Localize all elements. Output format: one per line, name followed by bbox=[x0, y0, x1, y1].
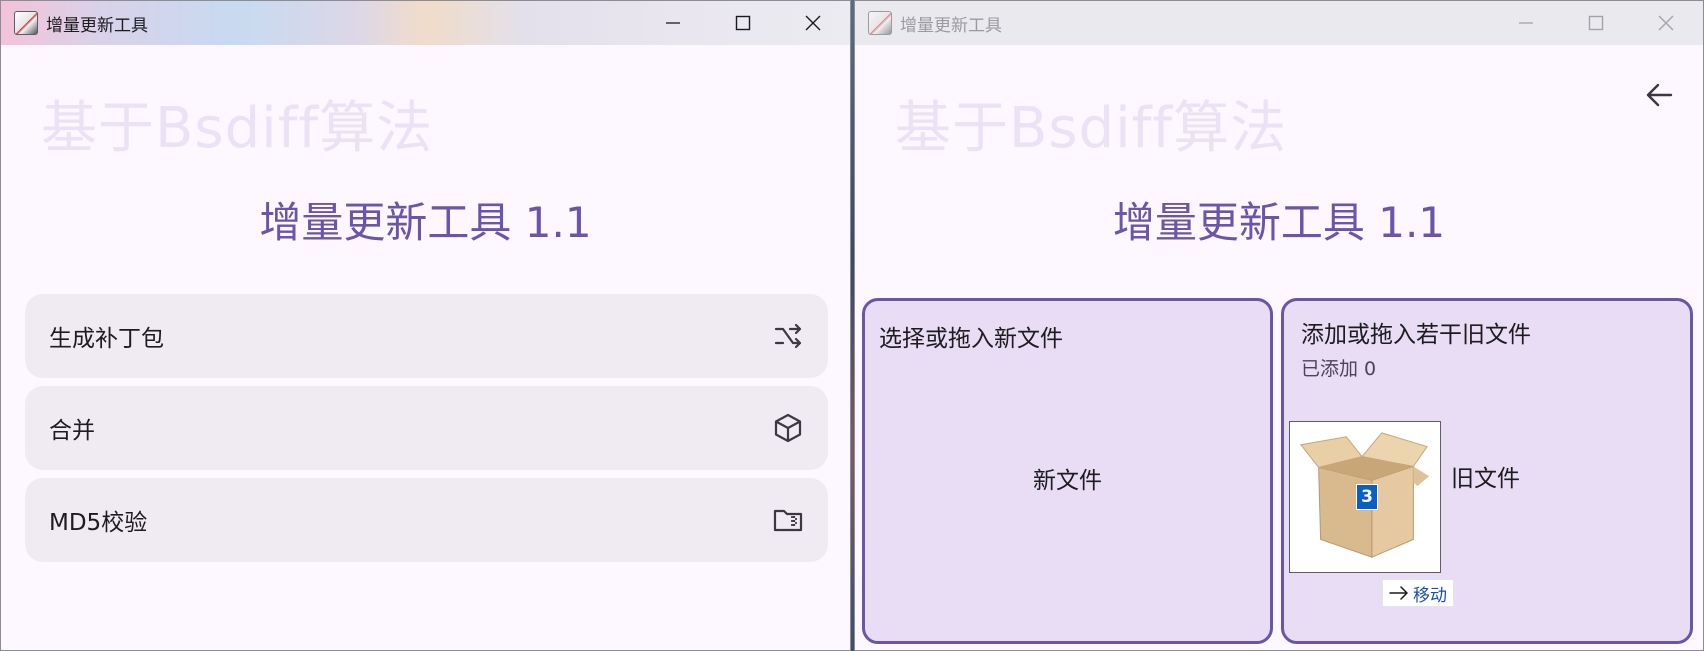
md5-verify-button[interactable]: MD5校验 bbox=[25, 478, 828, 562]
minimize-icon bbox=[1519, 22, 1533, 24]
minimize-icon bbox=[666, 22, 680, 24]
drag-preview-thumbnail: 3 bbox=[1289, 421, 1441, 573]
new-file-drop-zone[interactable]: 选择或拖入新文件 新文件 bbox=[862, 298, 1273, 644]
minimize-button[interactable] bbox=[1491, 1, 1561, 45]
merge-button[interactable]: 合并 bbox=[25, 386, 828, 470]
close-button[interactable] bbox=[778, 1, 848, 45]
maximize-icon bbox=[735, 15, 751, 31]
page-title: 增量更新工具 1.1 bbox=[1112, 198, 1446, 247]
main-window: 增量更新工具 基于Bsdiff算法 增量更新工具 1.1 生成补丁包 合并 MD… bbox=[0, 0, 851, 651]
shuffle-arrow-icon bbox=[774, 323, 802, 349]
app-icon bbox=[868, 11, 892, 35]
minimize-button[interactable] bbox=[638, 1, 708, 45]
generate-patch-label: 生成补丁包 bbox=[49, 326, 164, 352]
md5-verify-label: MD5校验 bbox=[49, 510, 148, 536]
arrow-right-icon bbox=[1389, 586, 1408, 600]
back-button[interactable] bbox=[1641, 77, 1677, 113]
maximize-button[interactable] bbox=[708, 1, 778, 45]
old-files-panel-title: 添加或拖入若干旧文件 bbox=[1301, 322, 1531, 348]
folder-zip-icon bbox=[773, 509, 803, 532]
algorithm-watermark: 基于Bsdiff算法 bbox=[41, 96, 434, 161]
close-icon bbox=[1658, 15, 1674, 31]
drag-move-label: 移动 bbox=[1413, 585, 1447, 606]
drag-move-tooltip: 移动 bbox=[1382, 579, 1454, 607]
added-count: 已添加 0 bbox=[1301, 358, 1377, 380]
old-files-drop-zone[interactable]: 添加或拖入若干旧文件 已添加 0 3 旧文件 移动 bbox=[1281, 298, 1693, 644]
generate-patch-button[interactable]: 生成补丁包 bbox=[25, 294, 828, 378]
drag-count-badge: 3 bbox=[1356, 484, 1378, 510]
page-title: 增量更新工具 1.1 bbox=[259, 198, 592, 247]
algorithm-watermark: 基于Bsdiff算法 bbox=[895, 96, 1288, 161]
patch-window: 增量更新工具 基于Bsdiff算法 增量更新工具 1.1 选择或拖入新文件 新文… bbox=[854, 0, 1704, 651]
close-icon bbox=[805, 15, 821, 31]
close-button[interactable] bbox=[1631, 1, 1701, 45]
new-file-panel-title: 选择或拖入新文件 bbox=[879, 326, 1063, 352]
maximize-button[interactable] bbox=[1561, 1, 1631, 45]
app-icon bbox=[14, 11, 38, 35]
window-title: 增量更新工具 bbox=[900, 15, 1002, 36]
old-file-label: 旧文件 bbox=[1451, 466, 1520, 492]
window-title: 增量更新工具 bbox=[46, 15, 148, 36]
maximize-icon bbox=[1588, 15, 1604, 31]
merge-label: 合并 bbox=[49, 418, 95, 444]
title-bar[interactable]: 增量更新工具 bbox=[855, 1, 1703, 45]
new-file-label: 新文件 bbox=[1033, 468, 1102, 494]
title-bar[interactable]: 增量更新工具 bbox=[1, 1, 850, 45]
cube-package-icon bbox=[774, 413, 802, 443]
arrow-left-icon bbox=[1646, 83, 1673, 107]
